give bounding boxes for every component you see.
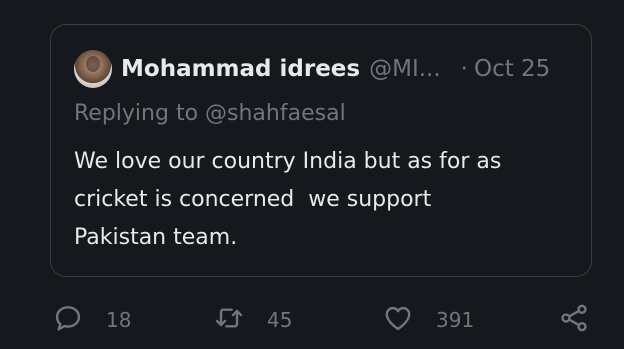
author-name[interactable]: Mohammad idrees [121,56,360,82]
reply-button[interactable]: 18 [52,300,131,340]
retweet-icon [213,302,245,339]
tweet-date[interactable]: Oct 25 [474,56,550,82]
tweet-actions-bar: 18 45 391 [0,300,624,340]
author-handle[interactable]: @MI... [369,56,441,82]
like-button[interactable]: 391 [382,300,474,340]
share-icon [558,302,590,339]
retweet-button[interactable]: 45 [213,300,292,340]
retweet-count: 45 [267,308,293,332]
quoted-tweet-card[interactable]: Mohammad idrees @MI... · Oct 25 Replying… [50,24,592,277]
avatar[interactable] [74,50,112,88]
tweet-text: We love our country India but as for as … [74,149,502,250]
replying-mention-link[interactable]: @shahfaesal [205,101,346,126]
tweet-header: Mohammad idrees @MI... · Oct 25 [74,49,571,89]
reply-icon [52,302,84,339]
replying-prefix: Replying to [74,101,199,126]
separator-dot: · [460,56,468,82]
like-icon [382,302,414,339]
share-button[interactable] [558,300,590,340]
replying-to: Replying to @shahfaesal [74,101,346,126]
reply-count: 18 [106,308,132,332]
like-count: 391 [436,308,475,332]
